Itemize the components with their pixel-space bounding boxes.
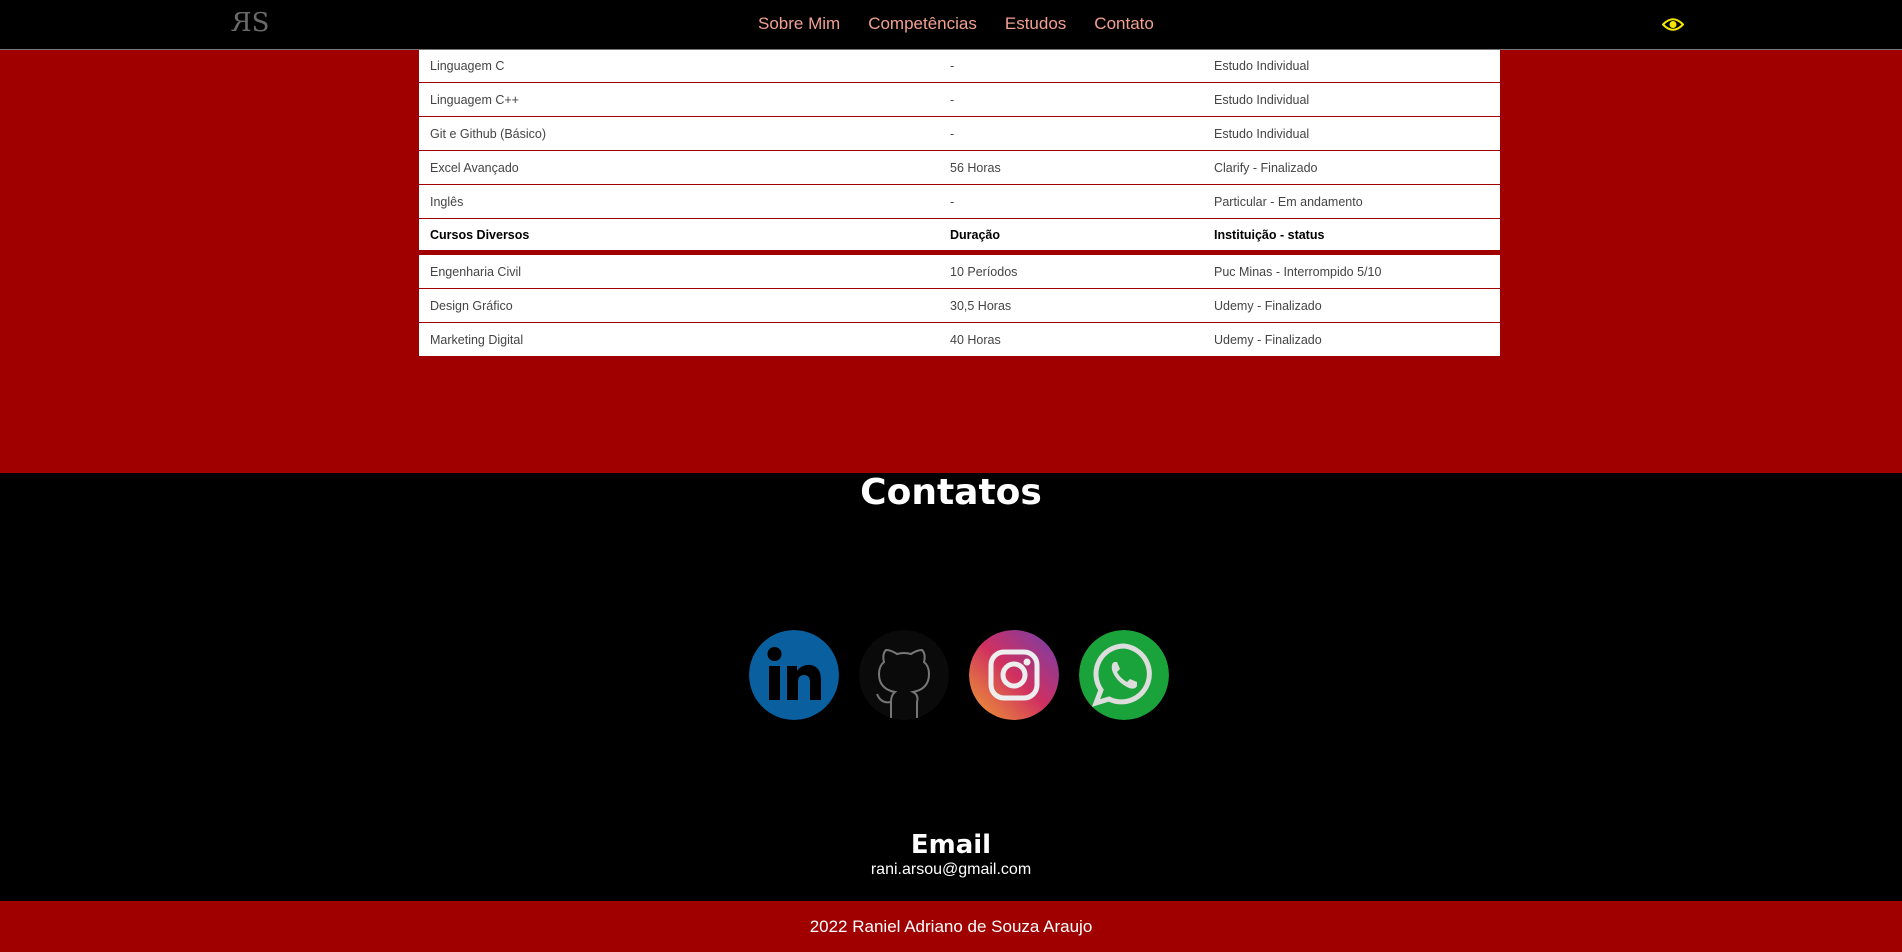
contacts-title: Contatos <box>860 472 1042 513</box>
table-row: Linguagem C++ - Estudo Individual <box>419 83 1500 117</box>
course-duration: 10 Períodos <box>950 264 1018 279</box>
course-name: Inglês <box>430 194 464 209</box>
studies-table: Linguagem C - Estudo Individual Linguage… <box>419 49 1500 357</box>
course-name: Linguagem C <box>430 58 505 73</box>
table-row: Inglês - Particular - Em andamento <box>419 185 1500 219</box>
table-header-row: Cursos Diversos Duração Instituição - st… <box>419 219 1500 255</box>
footer: 2022 Raniel Adriano de Souza Araujo <box>0 901 1902 952</box>
nav-link-competencias[interactable]: Competências <box>868 14 977 34</box>
table-row: Marketing Digital 40 Horas Udemy - Final… <box>419 323 1500 357</box>
header-duration: Duração <box>950 227 1001 242</box>
course-name: Git e Github (Básico) <box>430 126 547 141</box>
course-institution: Puc Minas - Interrompido 5/10 <box>1214 264 1382 279</box>
nav-link-estudos[interactable]: Estudos <box>1005 14 1066 34</box>
course-institution: Particular - Em andamento <box>1214 194 1363 209</box>
footer-text: 2022 Raniel Adriano de Souza Araujo <box>809 916 1093 936</box>
table-row: Linguagem C - Estudo Individual <box>419 49 1500 83</box>
course-duration: 40 Horas <box>950 332 1001 347</box>
course-name: Excel Avançado <box>430 160 519 175</box>
course-duration: - <box>950 194 955 209</box>
studies-section: Linguagem C - Estudo Individual Linguage… <box>0 49 1902 473</box>
nav-link-sobre-mim[interactable]: Sobre Mim <box>758 14 840 34</box>
course-institution: Udemy - Finalizado <box>1214 332 1322 347</box>
email-address[interactable]: rani.arsou@gmail.com <box>0 861 1902 879</box>
course-duration: - <box>950 92 955 107</box>
table-row: Excel Avançado 56 Horas Clarify - Finali… <box>419 151 1500 185</box>
course-name: Engenharia Civil <box>430 264 522 279</box>
header-course: Cursos Diversos <box>430 227 530 242</box>
course-duration: - <box>950 126 955 141</box>
course-duration: 30,5 Horas <box>950 298 1012 313</box>
course-institution: Clarify - Finalizado <box>1214 160 1318 175</box>
linkedin-icon[interactable] <box>749 630 839 720</box>
whatsapp-icon[interactable] <box>1079 630 1169 720</box>
site-logo[interactable]: RS <box>234 8 269 38</box>
table-row: Engenharia Civil 10 Períodos Puc Minas -… <box>419 255 1500 289</box>
eye-icon[interactable] <box>1662 17 1684 32</box>
table-row: Git e Github (Básico) - Estudo Individua… <box>419 117 1500 151</box>
course-institution: Estudo Individual <box>1214 92 1310 107</box>
email-title: Email <box>910 830 992 860</box>
top-navbar: RS Sobre Mim Competências Estudos Contat… <box>0 0 1902 50</box>
social-links <box>749 630 1189 720</box>
main-nav: Sobre Mim Competências Estudos Contato <box>758 14 1182 34</box>
course-name: Linguagem C++ <box>430 92 519 107</box>
course-institution: Udemy - Finalizado <box>1214 298 1322 313</box>
course-name: Marketing Digital <box>430 332 524 347</box>
nav-link-contato[interactable]: Contato <box>1094 14 1154 34</box>
course-name: Design Gráfico <box>430 298 513 313</box>
table-row: Design Gráfico 30,5 Horas Udemy - Finali… <box>419 289 1500 323</box>
course-institution: Estudo Individual <box>1214 126 1310 141</box>
course-institution: Estudo Individual <box>1214 58 1310 73</box>
header-institution: Instituição - status <box>1214 227 1325 242</box>
github-icon[interactable] <box>859 630 949 720</box>
course-duration: 56 Horas <box>950 160 1001 175</box>
instagram-icon[interactable] <box>969 630 1059 720</box>
course-duration: - <box>950 58 955 73</box>
